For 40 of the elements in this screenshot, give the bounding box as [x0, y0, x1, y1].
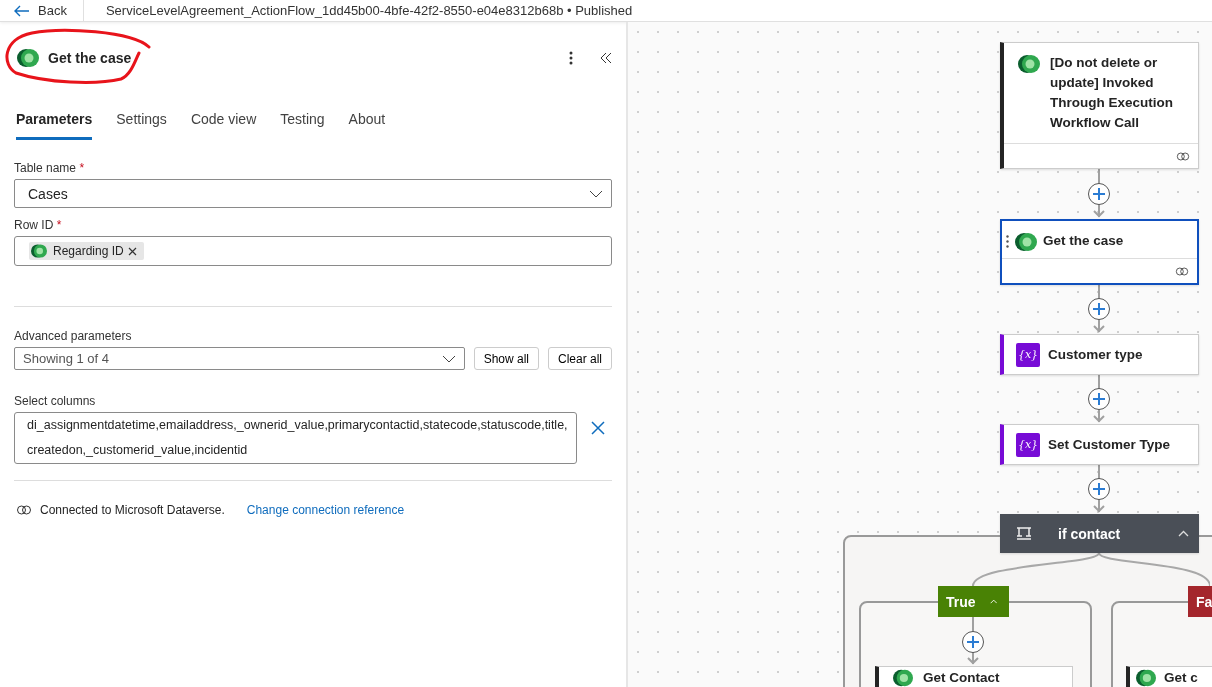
action-card[interactable]: Get the case: [1000, 219, 1199, 285]
table-name-dropdown[interactable]: Cases: [14, 179, 612, 208]
action-card[interactable]: {x} Set Customer Type: [1000, 424, 1199, 465]
tab[interactable]: Code view: [190, 105, 257, 140]
branch-header[interactable]: True: [938, 586, 1009, 617]
action-title: if contact: [1058, 524, 1121, 544]
tab[interactable]: Settings: [116, 105, 167, 140]
action-title: Get c: [1164, 669, 1198, 687]
tab[interactable]: Parameters: [16, 105, 93, 140]
action-card[interactable]: Get Contact: [875, 666, 1073, 687]
action-title: Get the case: [48, 50, 132, 66]
field-label: Advanced parameters: [14, 329, 133, 343]
action-title: Customer type: [1048, 345, 1143, 364]
action-title: Get Contact: [923, 669, 1000, 687]
condition-card[interactable]: if contact: [1000, 514, 1199, 553]
variable-icon: {x}: [1016, 432, 1040, 457]
action-card[interactable]: Get c: [1126, 666, 1212, 687]
select-columns-field[interactable]: di_assignmentdatetime,emailaddress,_ownerid_value,primarycontactid,statecode,statuscode,title,createdon,_customerid_value,incidentid: [14, 412, 577, 464]
action-button[interactable]: Clear all: [548, 347, 612, 370]
token-chip[interactable]: Regarding ID: [29, 242, 144, 260]
change-connection-link[interactable]: Change connection reference: [246, 503, 405, 517]
action-title: [Do not delete or update] Invoked Through Execution Workflow Call: [1050, 54, 1174, 132]
action-title: Get the case: [1043, 232, 1124, 250]
token-label: Regarding ID: [53, 244, 124, 258]
connection-status: Connected to Microsoft Dataverse.: [40, 503, 225, 517]
action-card[interactable]: [Do not delete or update] Invoked Through Execution Workflow Call: [1000, 42, 1199, 169]
row-id-field[interactable]: Regarding ID: [14, 236, 612, 266]
field-label: Table name *: [14, 161, 86, 175]
flow-title: ServiceLevelAgreement_ActionFlow_1dd45b00-4bfe-42f2-8550-e04e8312b68b • Published: [104, 3, 633, 18]
variable-icon: {x}: [1016, 342, 1040, 367]
back-button[interactable]: Back: [0, 0, 84, 21]
tab[interactable]: Testing: [280, 105, 325, 140]
field-label: Row ID *: [14, 218, 63, 232]
branch-header[interactable]: Fa: [1188, 586, 1212, 617]
action-title: Set Customer Type: [1048, 435, 1171, 454]
advanced-parameters-dropdown[interactable]: Showing 1 of 4: [14, 347, 465, 370]
action-button[interactable]: Show all: [473, 347, 539, 370]
tab[interactable]: About: [348, 105, 386, 140]
field-label: Select columns: [14, 394, 97, 408]
action-card[interactable]: {x} Customer type: [1000, 334, 1199, 375]
